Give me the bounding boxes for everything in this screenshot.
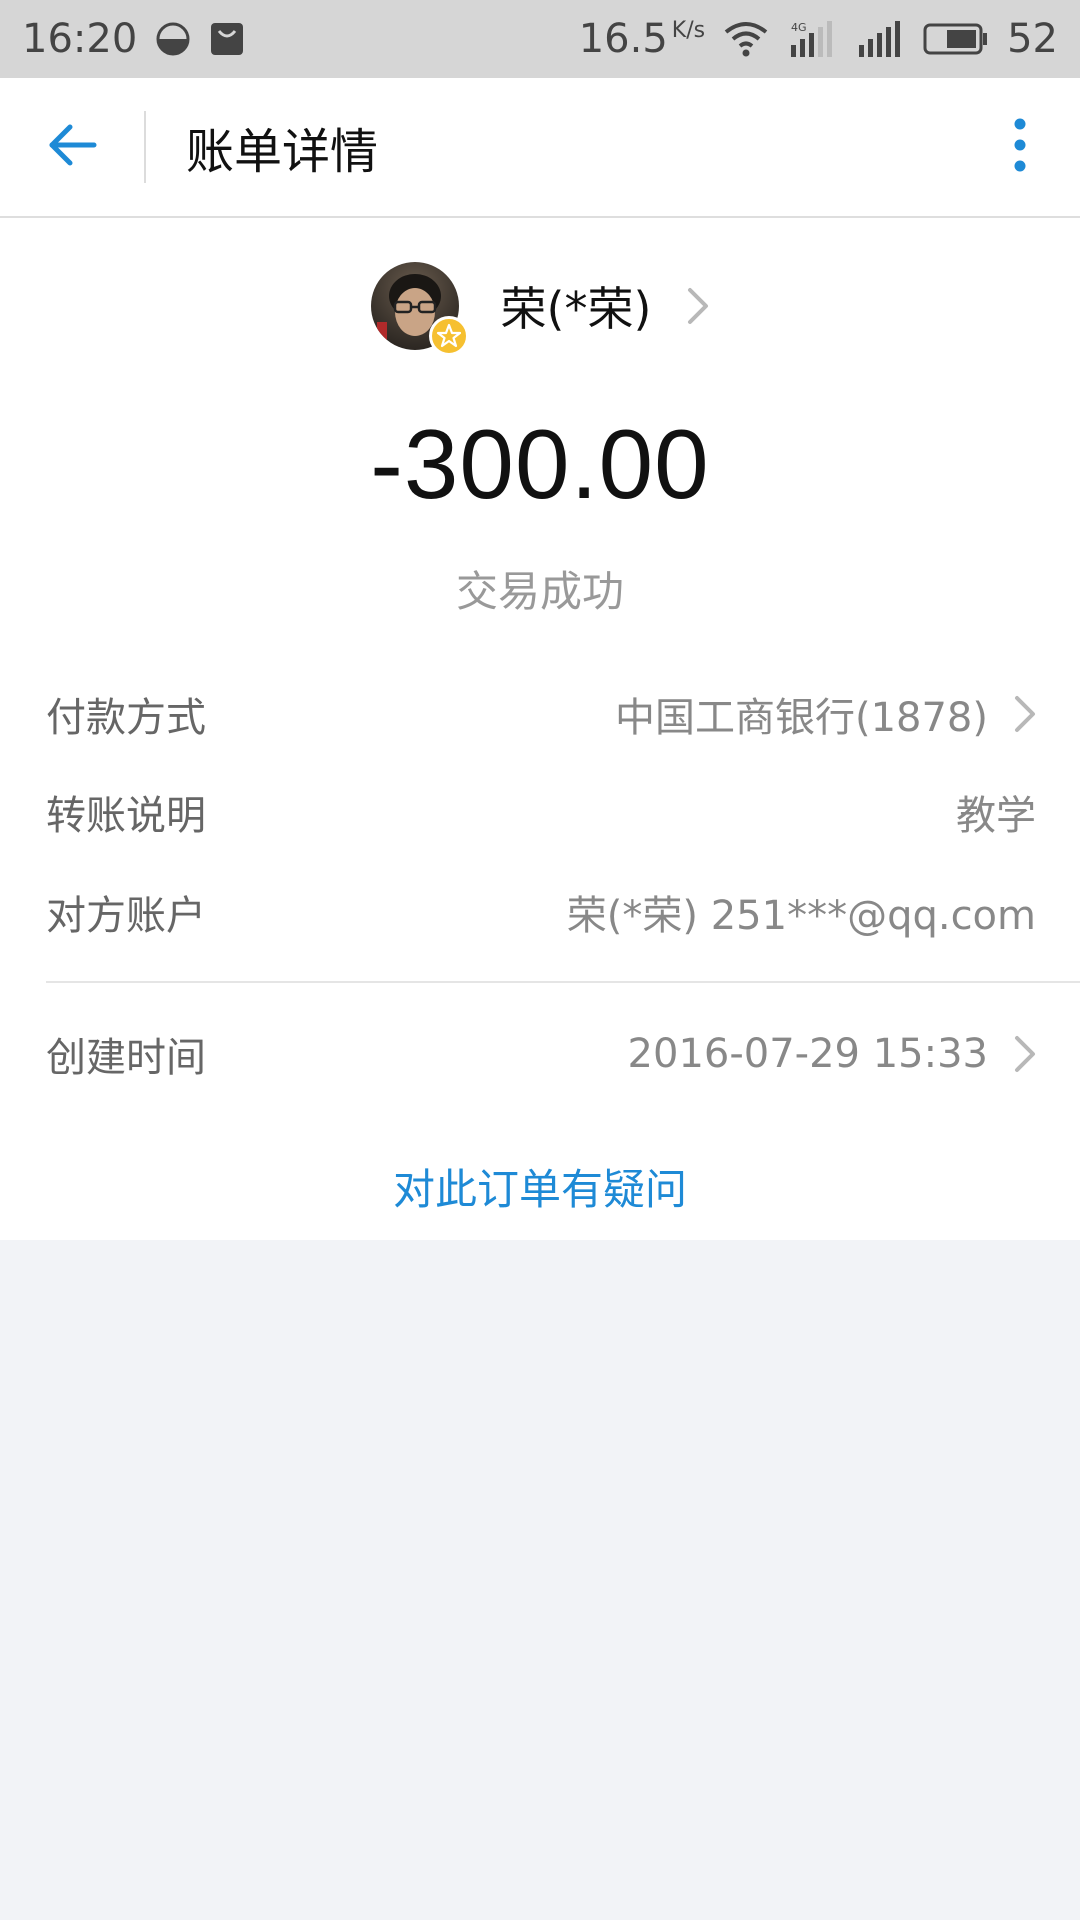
- shopping-bag-icon: [209, 21, 245, 57]
- detail-label: 付款方式: [46, 695, 206, 741]
- header-divider: [144, 111, 146, 183]
- detail-label: 转账说明: [46, 793, 206, 839]
- order-question-link[interactable]: 对此订单有疑问: [0, 1156, 1080, 1217]
- chevron-right-icon: [687, 287, 709, 325]
- payee-name: 荣(*荣): [500, 282, 652, 336]
- page-title: 账单详情: [186, 124, 379, 180]
- more-button[interactable]: [960, 77, 1080, 217]
- bill-detail-card: 荣(*荣) -300.00 交易成功 付款方式 中国工商银行(1878) 转账说…: [0, 218, 1080, 1240]
- detail-value: 中国工商银行(1878): [614, 695, 988, 741]
- back-button[interactable]: [0, 77, 144, 217]
- amount: -300.00: [370, 409, 710, 519]
- detail-row-payment-method[interactable]: 付款方式 中国工商银行(1878): [0, 664, 1080, 764]
- transaction-status: 交易成功: [455, 567, 624, 616]
- payee-row[interactable]: 荣(*荣): [0, 256, 1080, 356]
- detail-value: 2016-07-29 15:33: [627, 1031, 988, 1077]
- chevron-right-icon: [1014, 1035, 1036, 1073]
- app-header: 账单详情: [0, 78, 1080, 218]
- detail-label: 创建时间: [46, 1035, 206, 1081]
- battery-level: 52: [1007, 16, 1058, 62]
- signal-bars-icon: [855, 19, 905, 59]
- detail-label: 对方账户: [46, 893, 206, 939]
- avatar-container: [370, 262, 469, 356]
- network-speed-value: 16.5: [578, 16, 668, 62]
- signal-4g-icon: 4G: [787, 19, 837, 59]
- network-type-label: 4G: [791, 21, 807, 34]
- status-bar-left: 16:20: [22, 16, 245, 62]
- divider: [46, 981, 1080, 983]
- battery-icon: [923, 22, 989, 56]
- detail-row-counterparty-account: 对方账户 荣(*荣) 251***@qq.com: [0, 862, 1080, 962]
- chevron-right-icon: [1014, 695, 1036, 733]
- wifi-icon: [723, 20, 769, 58]
- detail-row-created-time[interactable]: 创建时间 2016-07-29 15:33: [0, 1004, 1080, 1104]
- detail-value: 教学: [956, 793, 1036, 839]
- status-bar: 16:20 16.5 K/s 4G 52: [0, 0, 1080, 78]
- more-vertical-icon: [1013, 117, 1027, 177]
- detail-value: 荣(*荣) 251***@qq.com: [566, 893, 1036, 939]
- arrow-left-icon: [46, 123, 98, 171]
- status-time: 16:20: [22, 16, 138, 62]
- star-badge-icon: [428, 316, 469, 356]
- status-bar-right: 16.5 K/s 4G 52: [579, 16, 1058, 62]
- network-speed-unit: K/s: [671, 18, 706, 43]
- network-speed: 16.5 K/s: [579, 16, 705, 62]
- half-circle-icon: [155, 21, 191, 57]
- detail-row-transfer-note: 转账说明 教学: [0, 762, 1080, 862]
